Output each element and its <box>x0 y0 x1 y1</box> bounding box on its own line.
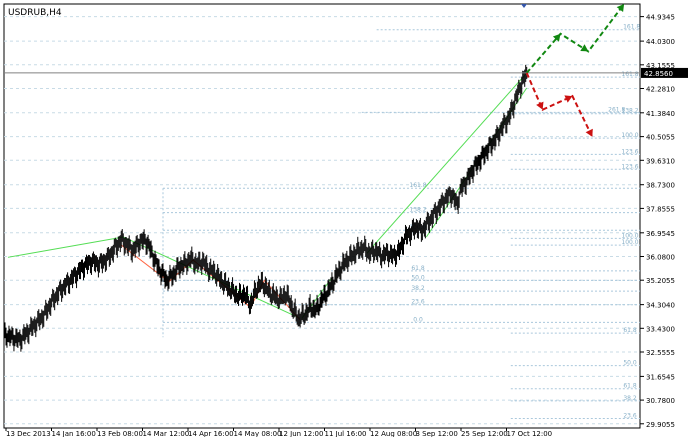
fib-level-label: 50.0 <box>411 274 425 281</box>
fib-level-label: 123.6 <box>621 163 638 170</box>
x-tick-label: 13 Feb 08:00 <box>97 430 143 437</box>
x-tick-label: 12 Jun 12:00 <box>279 430 323 437</box>
chart: 161.8 161.8 261.8 138.2 100.0 123.6 123.6 161.8… <box>0 0 688 438</box>
fib-level-label: 23.6 <box>411 299 425 306</box>
y-tick-label: 43.1555 <box>646 62 675 70</box>
x-tick-label: 14 Mar 12:00 <box>143 430 190 437</box>
fib-level-label: 38.2 <box>411 285 425 292</box>
y-tick-label: 44.0300 <box>646 38 675 46</box>
y-tick-label: 36.0800 <box>646 254 675 262</box>
x-tick-label: 14 Jan 16:00 <box>52 430 96 437</box>
y-tick-label: 42.2810 <box>646 86 675 94</box>
x-tick-label: 14 Apr 16:00 <box>188 430 234 437</box>
y-tick-label: 36.9545 <box>646 230 675 238</box>
y-tick-label: 39.6310 <box>646 157 675 165</box>
x-tick-label: 11 Jul 16:00 <box>325 430 367 437</box>
y-tick-label: 34.3040 <box>646 302 675 310</box>
fib-level-label: 161.8 <box>621 71 638 78</box>
x-tick-label: 3 Sep 12:00 <box>416 430 458 437</box>
y-tick-label: 38.7300 <box>646 182 675 190</box>
x-tick-label: 25 Sep 12:00 <box>461 430 508 437</box>
fib-level-label: 123.6 <box>621 148 638 155</box>
fib-level-label: 38.2 <box>623 395 637 402</box>
current-price-label: 42.8560 <box>644 70 673 78</box>
x-tick-label: 17 Oct 12:00 <box>507 430 553 437</box>
y-tick-label: 37.8555 <box>646 205 675 213</box>
y-tick-label: 41.3840 <box>646 110 675 118</box>
y-tick-label: 30.7800 <box>646 397 675 405</box>
y-tick-label: 33.4300 <box>646 325 675 333</box>
fib-level-label: 138.2 <box>621 108 638 115</box>
fib-level-label: 61.8 <box>411 265 425 272</box>
y-tick-label: 44.9345 <box>646 14 675 22</box>
chart-title: USDRUB,H4 <box>8 8 62 18</box>
y-tick-label: 31.6545 <box>646 373 675 381</box>
y-tick-label: 35.2055 <box>646 277 675 285</box>
y-tick-label: 29.9055 <box>646 421 675 429</box>
chart-canvas[interactable]: 161.8161.8261.8138.2100.0123.6123.6161.8… <box>0 0 688 438</box>
fib-level-label: 161.8 <box>623 24 640 31</box>
x-tick-label: 14 May 08:00 <box>234 430 282 437</box>
y-tick-label: 32.5555 <box>646 349 675 357</box>
fib-level-label: 100.0 <box>621 132 638 139</box>
x-axis: 13 Dec 2013 14 Jan 16:00 13 Feb 08:00 14 Ma… <box>5 428 553 438</box>
fib-level-label: 23.6 <box>623 413 637 420</box>
x-tick-label: 13 Dec 2013 <box>6 430 51 437</box>
fib-level-label: 0.0 <box>413 316 423 323</box>
x-tick-label: 12 Aug 08:00 <box>370 430 417 437</box>
y-tick-label: 40.5055 <box>646 134 675 142</box>
fib-level-label: 61.8 <box>623 383 637 390</box>
fib-level-label: 61.8 <box>623 327 637 334</box>
fib-level-label: 100.0 <box>621 239 638 246</box>
fib-level-label: 138.2 <box>409 207 426 214</box>
fib-level-label: 50.0 <box>623 360 637 367</box>
